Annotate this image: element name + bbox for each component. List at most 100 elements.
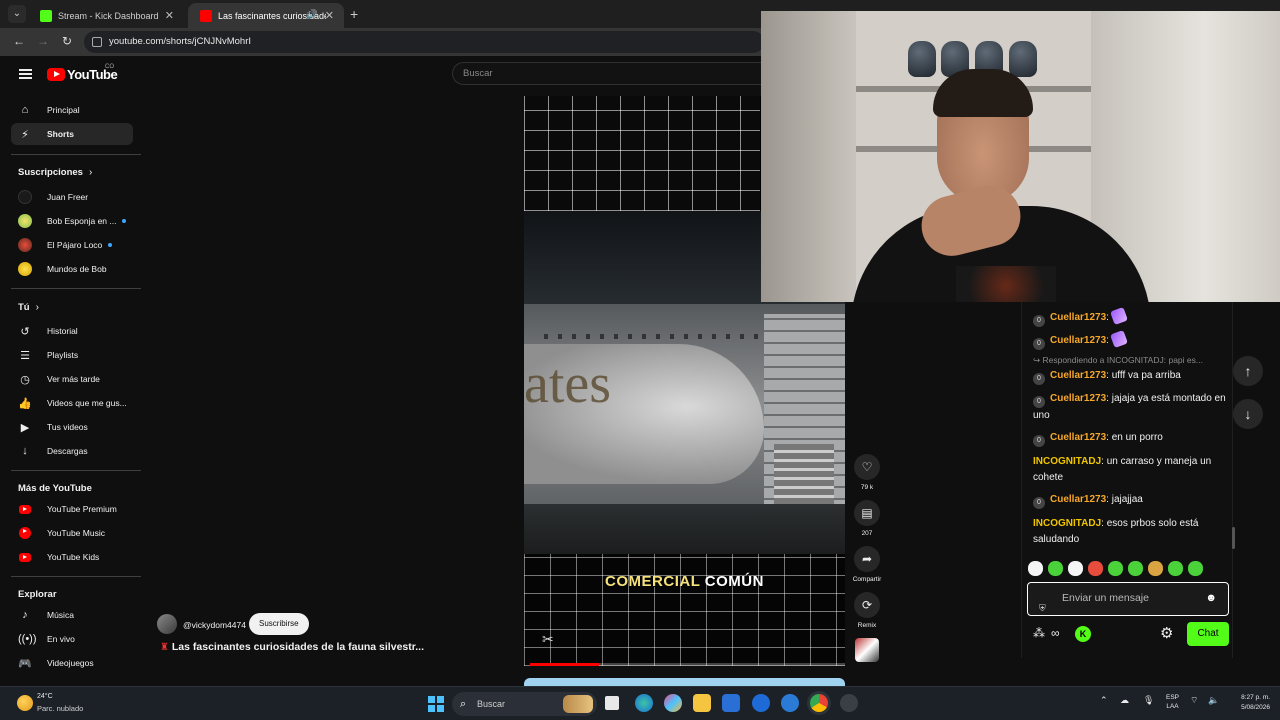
chat-username[interactable]: Cuellar1273 <box>1050 494 1106 505</box>
sidebar-item-subscription[interactable]: El Pájaro Loco <box>11 234 133 256</box>
weather-description[interactable]: Parc. nublado <box>37 704 83 713</box>
tab-youtube-short[interactable]: Las fascinantes curiosidades 🔊 ✕ <box>188 3 344 28</box>
avatar <box>18 214 32 228</box>
channel-avatar[interactable] <box>157 614 177 634</box>
chat-username[interactable]: Cuellar1273 <box>1050 432 1106 443</box>
new-tab-button[interactable]: + <box>350 6 358 22</box>
sidebar-item-subscription[interactable]: Mundos de Bob <box>11 258 133 280</box>
chrome-icon[interactable] <box>810 694 828 712</box>
section-title: Suscripciones <box>18 167 83 178</box>
sound-thumbnail[interactable] <box>850 638 884 662</box>
emote-icon[interactable] <box>1148 561 1163 576</box>
like-button[interactable]: ♡ 79 k <box>850 454 884 491</box>
chat-scrollbar[interactable] <box>1232 527 1235 549</box>
sidebar-item-downloads[interactable]: ↓ Descargas <box>11 440 133 462</box>
chat-username[interactable]: Cuellar1273 <box>1050 335 1106 346</box>
emoji-picker-icon[interactable]: ☻ <box>1205 583 1217 614</box>
short-title[interactable]: ♜ Las fascinantes curiosidades de la fau… <box>160 641 424 653</box>
gear-icon[interactable]: ⚙ <box>1160 624 1173 642</box>
sidebar-item-liked-videos[interactable]: 👍 Videos que me gus... <box>11 392 133 414</box>
share-button[interactable]: ➦ Compartir <box>850 546 884 583</box>
windows-start-icon[interactable] <box>428 696 444 712</box>
kick-emotes-icon[interactable]: K <box>1075 626 1091 642</box>
windows-taskbar: 24°C Parc. nublado ⌕ Buscar ⌃ ☁ 🎙 ESP LA… <box>0 686 1280 720</box>
edge-icon[interactable] <box>635 694 653 712</box>
video-progress-bar[interactable] <box>530 663 845 666</box>
task-view-icon[interactable] <box>605 696 619 710</box>
send-chat-button[interactable]: Chat <box>1187 622 1229 646</box>
tab-search-button[interactable]: ⌄ <box>8 5 26 23</box>
back-arrow-icon[interactable]: ← <box>11 34 27 48</box>
file-explorer-icon[interactable] <box>693 694 711 712</box>
weather-icon[interactable] <box>17 695 33 711</box>
emote-icon[interactable] <box>1028 561 1043 576</box>
chat-username[interactable]: Cuellar1273 <box>1050 312 1106 323</box>
store-icon[interactable] <box>722 694 740 712</box>
sidebar-item-shorts[interactable]: ⚡ Shorts <box>11 123 133 145</box>
sidebar-item-playlists[interactable]: ☰ Playlists <box>11 344 133 366</box>
chat-message-input[interactable]: ⛨ Enviar un mensaje ☻ <box>1027 582 1229 616</box>
emote-icon[interactable] <box>1088 561 1103 576</box>
previous-short-button[interactable]: ↑ <box>1233 356 1263 386</box>
shorts-icon: ⚡ <box>21 128 29 141</box>
copilot-icon[interactable] <box>664 694 682 712</box>
sidebar-item-youtube-music[interactable]: YouTube Music <box>11 522 133 544</box>
subscribe-button[interactable]: Suscribirse <box>249 613 309 635</box>
hp-icon[interactable] <box>752 694 770 712</box>
comments-button[interactable]: ▤ 207 <box>850 500 884 537</box>
sidebar-item-historial[interactable]: ↺ Historial <box>11 320 133 342</box>
emote-icon[interactable] <box>1068 561 1083 576</box>
points-icon[interactable]: ⁂ <box>1033 626 1045 640</box>
infinity-icon[interactable]: ∞ <box>1051 626 1060 640</box>
chat-username[interactable]: INCOGNITADJ <box>1033 518 1101 529</box>
remix-button[interactable]: ⟳ Remix <box>850 592 884 629</box>
tab-close-icon[interactable]: ✕ <box>325 9 334 22</box>
channel-name[interactable]: @vickydom4474 <box>183 620 246 630</box>
network-icon[interactable]: ☁ <box>1120 695 1129 706</box>
weather-temperature[interactable]: 24°C <box>37 693 53 700</box>
speaker-icon[interactable]: 🔊 <box>307 9 318 20</box>
emote-icon[interactable] <box>1188 561 1203 576</box>
sidebar-item-music[interactable]: ♪ Música <box>11 604 133 626</box>
microphone-icon[interactable]: 🎙 <box>1143 695 1154 706</box>
emote-icon[interactable] <box>1168 561 1183 576</box>
volume-icon[interactable]: 🔈 <box>1208 695 1219 706</box>
obs-icon[interactable] <box>840 694 858 712</box>
wifi-icon[interactable]: ⌔ <box>1190 695 1198 706</box>
sidebar-item-subscription[interactable]: Juan Freer <box>11 186 133 208</box>
chat-username[interactable]: INCOGNITADJ <box>1033 456 1101 467</box>
youtube-logo[interactable]: YouTube CO <box>47 64 118 82</box>
taskbar-search[interactable]: ⌕ Buscar <box>452 692 597 716</box>
sidebar-item-watch-later[interactable]: ◷ Ver más tarde <box>11 368 133 390</box>
language-indicator[interactable]: ESP LAA <box>1166 693 1179 711</box>
sidebar-item-label: Playlists <box>47 350 79 360</box>
sidebar-item-youtube-premium[interactable]: YouTube Premium <box>11 498 133 520</box>
chat-message: 0 Cuellar1273: jajaja ya está montado en … <box>1033 393 1226 421</box>
chat-username[interactable]: Cuellar1273 <box>1050 393 1106 404</box>
sidebar-item-your-videos[interactable]: ▶ Tus videos <box>11 416 133 438</box>
system-clock[interactable]: 8:27 p. m. 5/08/2026 <box>1226 693 1270 713</box>
help-icon[interactable] <box>781 694 799 712</box>
subscriptions-header[interactable]: Suscripciones › <box>18 167 92 178</box>
address-bar[interactable]: youtube.com/shorts/jCNJNvMohrI <box>84 31 764 53</box>
sidebar-item-youtube-kids[interactable]: YouTube Kids <box>11 546 133 568</box>
emote-icon[interactable] <box>1128 561 1143 576</box>
sidebar-item-principal[interactable]: ⌂ Principal <box>11 99 133 121</box>
show-hidden-icons[interactable]: ⌃ <box>1100 695 1108 706</box>
site-info-icon[interactable] <box>92 37 102 47</box>
hamburger-menu-icon[interactable] <box>19 69 32 79</box>
reload-icon[interactable]: ↻ <box>59 34 75 48</box>
sidebar-item-gaming[interactable]: 🎮 Videojuegos <box>11 652 133 674</box>
next-short-button[interactable]: ↓ <box>1233 399 1263 429</box>
sidebar-item-live[interactable]: ((•)) En vivo <box>11 628 133 650</box>
tab-close-icon[interactable]: ✕ <box>165 9 174 22</box>
emote-icon[interactable] <box>1108 561 1123 576</box>
chat-username[interactable]: Cuellar1273 <box>1050 370 1106 381</box>
emote-icon[interactable] <box>1048 561 1063 576</box>
emote-icon <box>1109 330 1128 348</box>
forward-arrow-icon[interactable]: → <box>35 34 51 48</box>
you-header[interactable]: Tú › <box>18 302 39 313</box>
search-input[interactable]: Buscar <box>452 62 772 85</box>
tab-kick-dashboard[interactable]: Stream - Kick Dashboard ✕ <box>28 3 184 28</box>
sidebar-item-subscription[interactable]: Bob Esponja en ... <box>11 210 133 232</box>
